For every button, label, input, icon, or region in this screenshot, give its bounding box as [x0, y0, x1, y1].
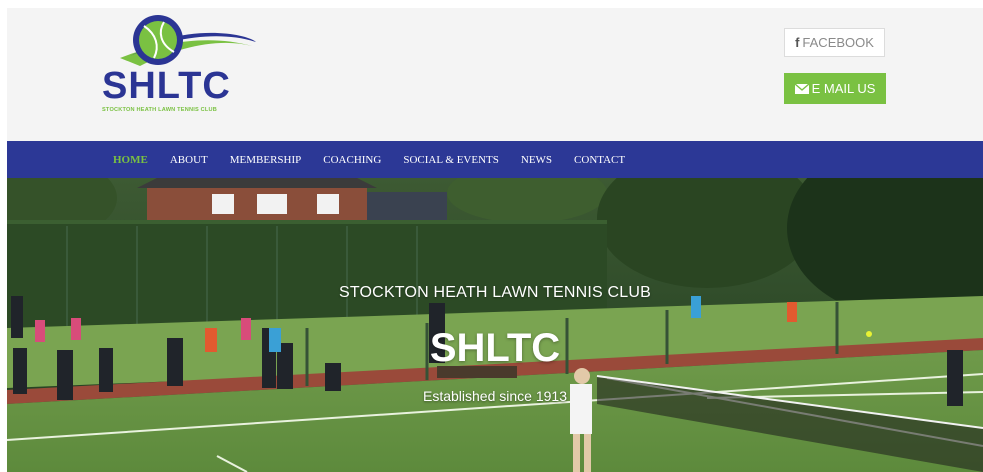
nav-item-news[interactable]: NEWS: [521, 154, 552, 166]
nav-item-home[interactable]: HOME: [113, 154, 148, 166]
facebook-label: FACEBOOK: [802, 35, 874, 50]
nav-item-coaching[interactable]: COACHING: [323, 154, 381, 166]
nav-item-membership[interactable]: MEMBERSHIP: [230, 154, 302, 166]
email-us-label: E MAIL US: [811, 81, 876, 96]
facebook-icon: f: [795, 35, 800, 50]
hero-subtitle: Established since 1913: [423, 388, 567, 404]
nav-item-social-events[interactable]: SOCIAL & EVENTS: [403, 154, 499, 166]
logo-abbr: SHLTC: [102, 65, 231, 107]
hero-banner: STOCKTON HEATH LAWN TENNIS CLUB SHLTC Es…: [7, 178, 983, 472]
site-logo[interactable]: SHLTC STOCKTON HEATH LAWN TENNIS CLUB: [100, 12, 260, 115]
hero-title: STOCKTON HEATH LAWN TENNIS CLUB: [338, 284, 652, 301]
nav-item-contact[interactable]: CONTACT: [574, 154, 625, 166]
logo-tagline: STOCKTON HEATH LAWN TENNIS CLUB: [102, 107, 217, 113]
tennis-ball-logo-icon: [120, 15, 256, 66]
hero-background-image: [7, 178, 983, 472]
envelope-icon: [794, 83, 809, 94]
facebook-button[interactable]: f FACEBOOK: [784, 28, 885, 57]
main-nav: HOME ABOUT MEMBERSHIP COACHING SOCIAL & …: [7, 141, 983, 178]
nav-menu: HOME ABOUT MEMBERSHIP COACHING SOCIAL & …: [113, 141, 647, 178]
email-us-button[interactable]: E MAIL US: [784, 73, 886, 104]
nav-item-about[interactable]: ABOUT: [170, 154, 208, 166]
hero-abbr: SHLTC: [429, 326, 561, 370]
site-header: SHLTC STOCKTON HEATH LAWN TENNIS CLUB f …: [7, 8, 983, 141]
page: SHLTC STOCKTON HEATH LAWN TENNIS CLUB f …: [0, 0, 983, 472]
